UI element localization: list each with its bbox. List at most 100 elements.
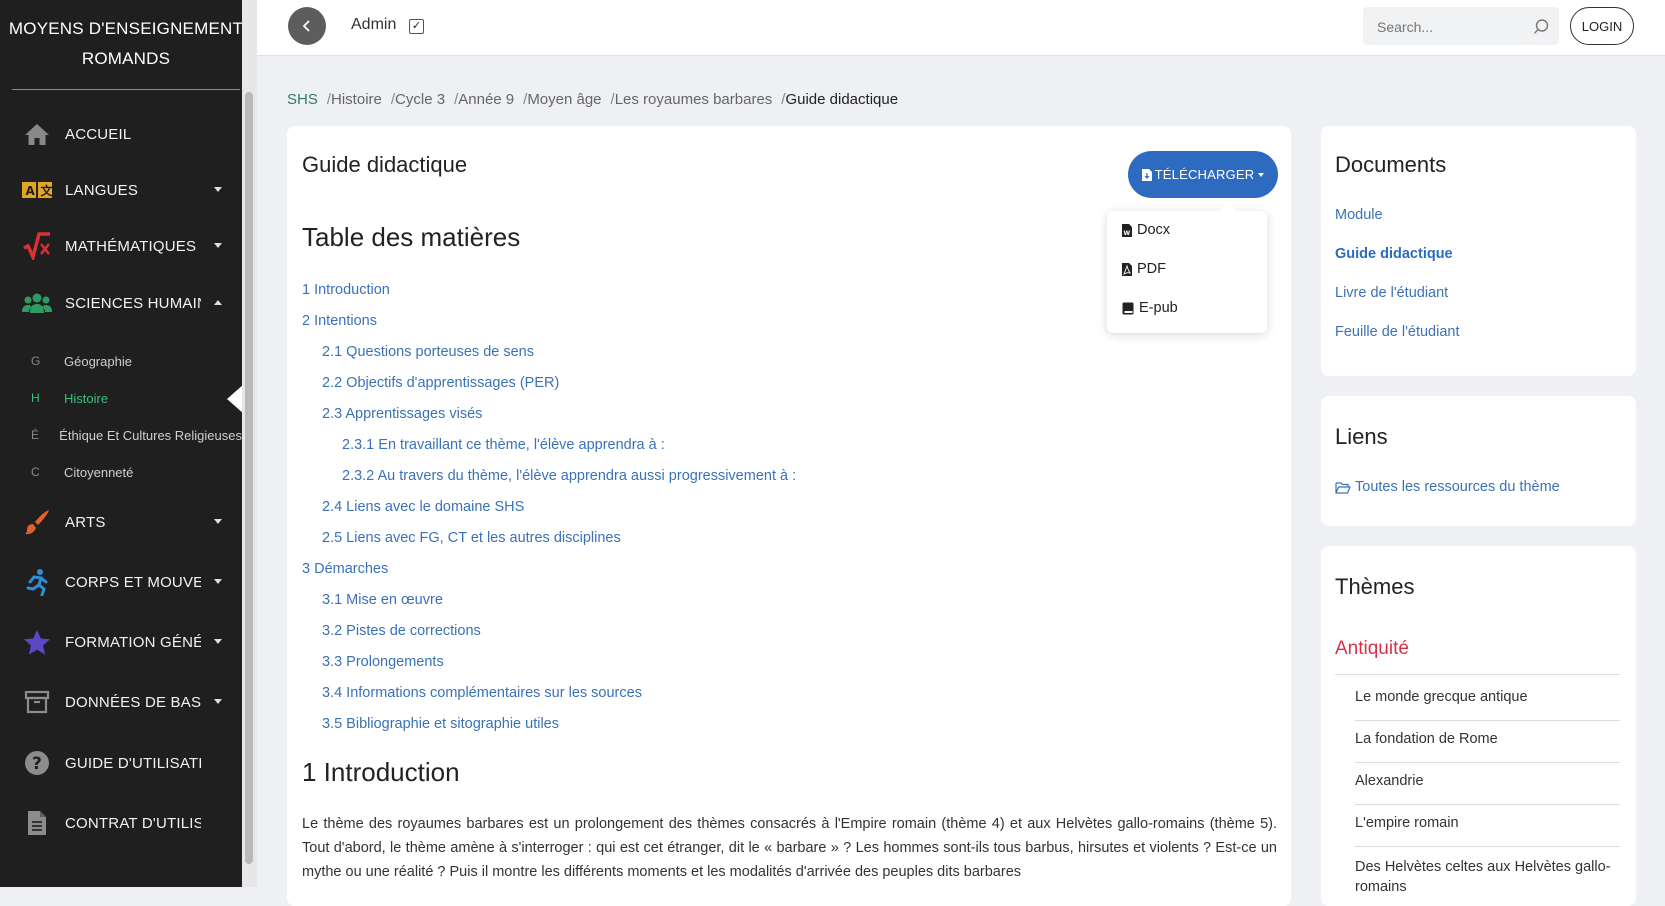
sidebar-item-label: SCIENCES HUMAINES ET SOCIALES bbox=[65, 294, 201, 312]
subitem-label: Histoire bbox=[64, 390, 109, 406]
chevron-down-icon bbox=[214, 639, 222, 644]
toc-link[interactable]: 2.1 Questions porteuses de sens bbox=[322, 344, 534, 360]
toc-link[interactable]: 2 Intentions bbox=[302, 313, 377, 329]
toc-link[interactable]: 2.5 Liens avec FG, CT et les autres disc… bbox=[322, 530, 621, 546]
sidebar-item-label: CONTRAT D'UTILISATION bbox=[65, 814, 201, 832]
document-link-livre[interactable]: Livre de l'étudiant bbox=[1335, 285, 1448, 301]
sidebar-item-sciences-humaines[interactable]: SCIENCES HUMAINES ET SOCIALES bbox=[0, 281, 242, 325]
file-icon bbox=[1141, 168, 1152, 181]
admin-label: Admin bbox=[351, 16, 397, 33]
folder-open-icon bbox=[1335, 481, 1351, 494]
divider bbox=[1355, 804, 1620, 805]
sidebar-item-arts[interactable]: ARTS bbox=[0, 500, 242, 544]
breadcrumb-item[interactable]: Cycle 3 bbox=[395, 91, 445, 108]
document-link-guide[interactable]: Guide didactique bbox=[1335, 246, 1453, 262]
divider bbox=[1335, 674, 1620, 675]
breadcrumb-item[interactable]: Histoire bbox=[331, 91, 382, 108]
breadcrumb-item[interactable]: SHS bbox=[287, 91, 318, 108]
subitem-letter: É bbox=[31, 428, 40, 442]
pdf-file-icon bbox=[1122, 262, 1132, 276]
word-file-icon: W bbox=[1122, 223, 1132, 237]
subitem-label: Citoyenneté bbox=[64, 464, 134, 480]
sidebar-item-mathematiques[interactable]: MATHÉMATIQUES ET SCIENCES DE LA NATURE bbox=[0, 224, 242, 268]
liens-card: Liens Toutes les ressources du thème bbox=[1321, 396, 1636, 526]
toc-link[interactable]: 3.2 Pistes de corrections bbox=[322, 623, 481, 639]
math-icon bbox=[22, 231, 52, 261]
login-button[interactable]: LOGIN bbox=[1570, 7, 1634, 45]
toc-link[interactable]: 3.4 Informations complémentaires sur les… bbox=[322, 685, 642, 701]
sidebar-subitem-citoyennete[interactable]: C Citoyenneté bbox=[0, 459, 242, 485]
breadcrumb-item[interactable]: Année 9 bbox=[458, 91, 514, 108]
theme-item[interactable]: Alexandrie bbox=[1355, 773, 1620, 789]
download-dropdown-menu: W Docx PDF E-pub bbox=[1107, 203, 1267, 333]
admin-checkbox[interactable]: ✓ bbox=[409, 19, 424, 34]
sidebar-scrollbar-thumb[interactable] bbox=[245, 92, 253, 864]
divider bbox=[1355, 720, 1620, 721]
sidebar-item-contrat-utilisation[interactable]: CONTRAT D'UTILISATION bbox=[0, 801, 242, 845]
toc-link[interactable]: 2.2 Objectifs d'apprentissages (PER) bbox=[322, 375, 559, 391]
toc-link[interactable]: 3.1 Mise en œuvre bbox=[322, 592, 443, 608]
toc-link[interactable]: 2.3 Apprentissages visés bbox=[322, 406, 482, 422]
themes-era-heading[interactable]: Antiquité bbox=[1335, 638, 1409, 660]
theme-item[interactable]: L'empire romain bbox=[1355, 815, 1620, 831]
intro-paragraph: Le thème des royaumes barbares est un pr… bbox=[302, 816, 1277, 880]
download-button[interactable]: TÉLÉCHARGER bbox=[1128, 151, 1278, 198]
top-bar: Admin ✓ LOGIN bbox=[257, 0, 1665, 56]
download-option-docx[interactable]: W Docx bbox=[1122, 220, 1170, 240]
sidebar-item-langues[interactable]: A文 LANGUES bbox=[0, 168, 242, 212]
sidebar-item-guide-utilisation[interactable]: ? GUIDE D'UTILISATION bbox=[0, 741, 242, 785]
subitem-label: Géographie bbox=[64, 353, 132, 369]
chevron-down-icon bbox=[214, 243, 222, 248]
sidebar-item-label: MATHÉMATIQUES ET SCIENCES DE LA NATURE bbox=[65, 237, 201, 255]
sidebar-subitem-geographie[interactable]: G Géographie bbox=[0, 348, 242, 374]
subitem-letter: C bbox=[31, 465, 40, 479]
chevron-up-icon bbox=[214, 300, 222, 305]
breadcrumb-item[interactable]: Les royaumes barbares bbox=[615, 91, 773, 108]
sidebar-item-label: CORPS ET MOUVEMENT bbox=[65, 573, 201, 591]
sidebar-item-label: GUIDE D'UTILISATION bbox=[65, 754, 201, 772]
toc-link[interactable]: 1 Introduction bbox=[302, 282, 390, 298]
toc-link[interactable]: 2.3.1 En travaillant ce thème, l'élève a… bbox=[342, 437, 665, 453]
documents-title: Documents bbox=[1335, 152, 1447, 177]
toc-link[interactable]: 2.4 Liens avec le domaine SHS bbox=[322, 499, 524, 515]
sidebar-item-label: LANGUES bbox=[65, 181, 139, 199]
chevron-down-icon bbox=[214, 699, 222, 704]
document-link-feuille[interactable]: Feuille de l'étudiant bbox=[1335, 324, 1460, 340]
svg-text:?: ? bbox=[32, 754, 42, 774]
search-icon[interactable] bbox=[1533, 18, 1550, 40]
sidebar-subitem-ethique[interactable]: É Éthique Et Cultures Religieuses bbox=[0, 422, 242, 448]
download-option-epub[interactable]: E-pub bbox=[1122, 298, 1178, 318]
themes-card: Thèmes Antiquité Le monde grecque antiqu… bbox=[1321, 546, 1636, 906]
sidebar-item-label: FORMATION GÉNÉRALE bbox=[65, 633, 201, 651]
toc-link[interactable]: 3 Démarches bbox=[302, 561, 388, 577]
document-link-module[interactable]: Module bbox=[1335, 207, 1383, 223]
search-input[interactable] bbox=[1375, 16, 1529, 38]
document-icon bbox=[22, 808, 52, 838]
book-icon bbox=[1122, 302, 1134, 314]
chevron-left-icon bbox=[302, 20, 310, 32]
toc-link[interactable]: 2.3.2 Au travers du thème, l'élève appre… bbox=[342, 468, 796, 484]
running-icon bbox=[22, 567, 52, 597]
search-box bbox=[1363, 7, 1559, 45]
all-resources-link[interactable]: Toutes les ressources du thème bbox=[1335, 479, 1560, 495]
back-button[interactable] bbox=[288, 7, 326, 45]
toc-title: Table des matières bbox=[302, 222, 521, 252]
sidebar-item-donnees-de-base[interactable]: DONNÉES DE BASE bbox=[0, 680, 242, 724]
toc-link[interactable]: 3.3 Prolongements bbox=[322, 654, 444, 670]
theme-item[interactable]: Des Helvètes celtes aux Helvètes gallo-r… bbox=[1355, 857, 1620, 897]
sidebar-item-corps-mouvement[interactable]: CORPS ET MOUVEMENT bbox=[0, 560, 242, 604]
download-option-pdf[interactable]: PDF bbox=[1122, 259, 1166, 279]
subitem-letter: H bbox=[31, 391, 40, 405]
sidebar-item-formation-generale[interactable]: FORMATION GÉNÉRALE bbox=[0, 620, 242, 664]
sidebar-item-accueil[interactable]: ACCUEIL bbox=[0, 112, 242, 156]
divider bbox=[1355, 762, 1620, 763]
svg-text:文: 文 bbox=[41, 183, 53, 198]
breadcrumb-item[interactable]: Moyen âge bbox=[527, 91, 601, 108]
breadcrumb-current: Guide didactique bbox=[785, 91, 899, 108]
brand-title[interactable]: MOYENS D'ENSEIGNEMENT ROMANDS bbox=[0, 14, 252, 74]
sidebar-subitem-histoire[interactable]: H Histoire bbox=[0, 385, 242, 411]
toc-link[interactable]: 3.5 Bibliographie et sitographie utiles bbox=[322, 716, 559, 732]
link-label: Toutes les ressources du thème bbox=[1355, 479, 1560, 495]
theme-item[interactable]: La fondation de Rome bbox=[1355, 731, 1620, 747]
theme-item[interactable]: Le monde grecque antique bbox=[1355, 689, 1620, 705]
